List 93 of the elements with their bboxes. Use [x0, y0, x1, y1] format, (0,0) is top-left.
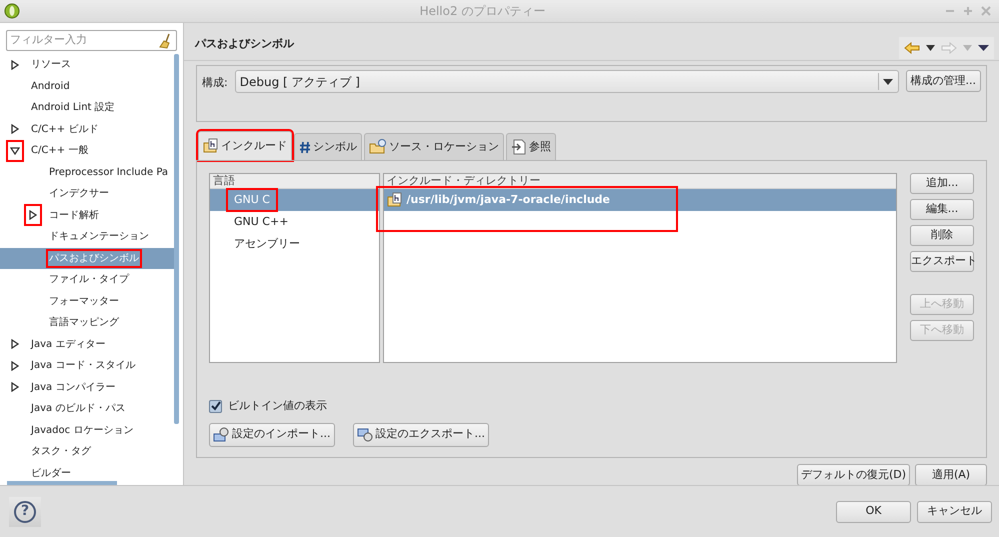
dropdown-icon [883, 78, 893, 84]
export-settings-button[interactable]: 設定のエクスポート... [352, 422, 489, 446]
tree-item[interactable]: Javadoc ロケーション [0, 420, 174, 441]
tree-item[interactable]: ファイル・タイプ [0, 269, 174, 290]
tree-item[interactable]: ビルダー [0, 462, 174, 481]
tree-item[interactable]: Android [0, 76, 174, 97]
column-header: インクルード・ディレクトリー [384, 174, 896, 189]
include-path: /usr/lib/jvm/java-7-oracle/include [384, 189, 614, 211]
tree-item[interactable]: Java コード・スタイル [0, 355, 174, 376]
side-button[interactable]: エクスポート [910, 251, 974, 272]
tree-item-label: コード解析 [48, 208, 100, 223]
help-button[interactable]: ? [9, 496, 41, 526]
tree-item[interactable]: C/C++ ビルド [0, 118, 174, 140]
language-label: GNU C++ [233, 214, 290, 230]
tree-item-label: Preprocessor Include Pa [48, 166, 170, 180]
tree-item-label: Java エディター [30, 338, 106, 352]
configuration-dropdown[interactable]: Debug [ アクティブ ] [234, 70, 898, 93]
list-item[interactable]: GNU C++ [210, 211, 379, 233]
side-button[interactable]: 追加... [910, 173, 974, 194]
tree-item-label: Java コード・スタイル [30, 359, 136, 374]
tree-item-label: Android [30, 80, 71, 94]
tree-item-label: Java のビルド・パス [30, 402, 126, 416]
cancel-button[interactable]: キャンセル [917, 500, 992, 522]
tab[interactable]: シンボル [294, 133, 362, 160]
collapsed-arrow-icon[interactable] [10, 60, 20, 70]
tree-item-label: インデクサー [48, 187, 110, 202]
tree-item[interactable]: C/C++ 一般 [0, 140, 174, 162]
tree-item-label: パスおよびシンボル [48, 250, 140, 266]
tree-item[interactable]: Preprocessor Include Pa [0, 162, 174, 183]
side-button[interactable]: 編集... [910, 199, 974, 220]
tree-item-label: 言語マッピング [48, 316, 120, 330]
tree-item-label: C/C++ 一般 [30, 144, 90, 158]
tree-item[interactable]: フォーマッター [0, 290, 174, 312]
import-settings-button[interactable]: 設定のインポート... [209, 422, 334, 446]
filter-field[interactable]: フィルター入力 [6, 30, 177, 51]
tree-item[interactable]: インデクサー [0, 183, 174, 204]
dropdown-icon[interactable] [926, 45, 935, 51]
tree-item[interactable]: Android Lint 設定 [0, 97, 174, 118]
tree-item[interactable]: リソース [0, 54, 174, 76]
tree-item-label: ビルダー [30, 466, 72, 481]
tree-item[interactable]: Java エディター [0, 334, 174, 355]
horizontal-scrollbar-thumb[interactable] [7, 481, 117, 485]
language-label: アセンブリー [233, 236, 301, 252]
tree-item-label: ファイル・タイプ [48, 272, 130, 288]
filter-input[interactable]: フィルター入力 [10, 32, 159, 49]
tree-item-label: Android Lint 設定 [30, 100, 116, 116]
check-icon [210, 401, 220, 412]
collapsed-arrow-icon[interactable] [10, 382, 20, 392]
export-icon [356, 426, 372, 442]
expanded-arrow-icon[interactable] [10, 146, 20, 156]
import-icon [213, 426, 229, 442]
tree-item-label: Java コンパイラー [30, 380, 116, 395]
checkbox-label: ビルトイン値の表示 [228, 398, 327, 414]
language-label: GNU C [228, 190, 276, 210]
tree-item-label: C/C++ ビルド [30, 122, 100, 137]
tree-item[interactable]: コード解析 [0, 204, 174, 226]
list-item[interactable]: アセンブリー [210, 233, 379, 255]
folder-file-icon [203, 138, 219, 154]
manage-configurations-button[interactable]: 構成の管理... [906, 70, 981, 92]
tab[interactable]: インクルード [198, 131, 292, 160]
folder-file-icon [386, 192, 403, 208]
tab[interactable]: ソース・ロケーション [364, 133, 504, 160]
folder-icon [369, 139, 387, 155]
window-title: Hello2 のプロパティー [418, 3, 546, 20]
tree-item[interactable]: タスク・タグ [0, 441, 174, 462]
collapsed-arrow-icon[interactable] [28, 210, 38, 220]
collapsed-arrow-icon[interactable] [10, 360, 20, 371]
restore-defaults-button[interactable]: デフォルトの復元(D) [796, 464, 910, 486]
back-arrow-icon[interactable] [904, 42, 920, 54]
ok-button[interactable]: OK [836, 500, 911, 522]
arrow-document-icon [511, 139, 527, 155]
checkbox[interactable] [209, 400, 222, 413]
tree-item[interactable]: ドキュメンテーション [0, 226, 174, 248]
tree-item[interactable]: Java コンパイラー [0, 376, 174, 398]
page-title: パスおよびシンボル [195, 36, 295, 52]
tree-item-label: ドキュメンテーション [48, 230, 150, 244]
hash-icon [299, 140, 311, 154]
tree-item-label: フォーマッター [48, 294, 120, 309]
apply-button[interactable]: 適用(A) [915, 464, 987, 486]
tree-item[interactable]: 言語マッピング [0, 312, 174, 334]
tree-item-label: タスク・タグ [30, 445, 92, 460]
column-header: 言語 [210, 174, 379, 189]
tab[interactable]: 参照 [506, 133, 556, 160]
app-logo-icon [4, 3, 20, 19]
menu-icon[interactable] [978, 45, 989, 51]
tree-item-label: Javadoc ロケーション [30, 424, 134, 438]
tree-item-label: リソース [30, 58, 72, 72]
configuration-label: 構成: [202, 75, 228, 91]
scrollbar-thumb[interactable] [174, 54, 179, 424]
collapsed-arrow-icon[interactable] [10, 124, 20, 134]
tree-item[interactable]: Java のビルド・パス [0, 398, 174, 420]
side-button[interactable]: 削除 [910, 225, 974, 246]
collapsed-arrow-icon[interactable] [10, 339, 20, 350]
